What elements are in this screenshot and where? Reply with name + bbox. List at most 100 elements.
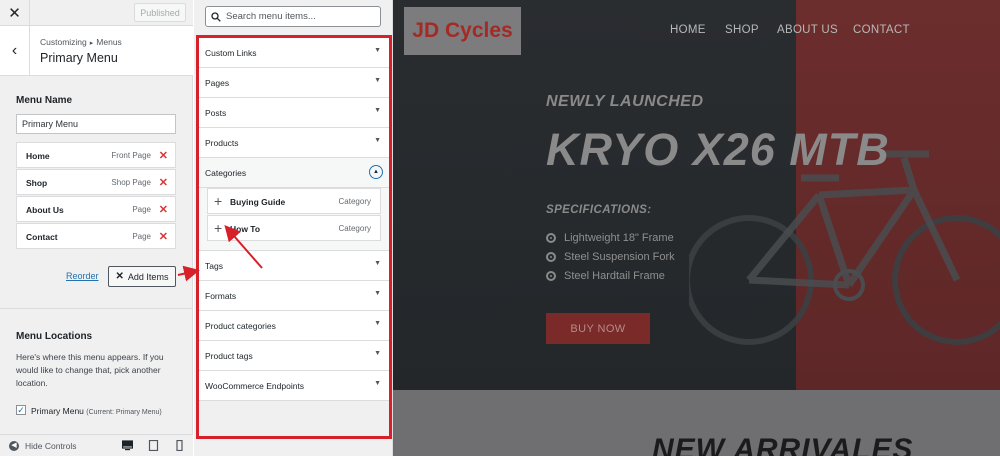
spec-item: Steel Hardtail Frame [546, 270, 665, 282]
desktop-preview-icon[interactable] [122, 440, 133, 451]
add-items-button[interactable]: ✕ Add Items [108, 266, 176, 287]
section-custom-links[interactable]: Custom Links ▼ [199, 38, 389, 68]
hero-subtitle: NEWLY LAUNCHED [546, 93, 704, 110]
tablet-preview-icon[interactable] [148, 440, 159, 451]
remove-icon[interactable]: ✕ [159, 203, 168, 216]
section-posts[interactable]: Posts ▼ [199, 98, 389, 128]
chevron-down-icon: ▼ [374, 290, 381, 297]
section-label: Categories [205, 168, 247, 178]
back-arrow-icon[interactable]: ‹ [0, 26, 30, 76]
site-logo[interactable]: JD Cycles [404, 7, 521, 55]
chevron-down-icon: ▼ [374, 137, 381, 144]
section-categories[interactable]: Categories ▲ [199, 158, 389, 188]
breadcrumb: Customizing ▸ Menus [40, 37, 122, 47]
chevron-down-icon: ▼ [374, 380, 381, 387]
section-label: Formats [205, 291, 237, 301]
category-title: Buying Guide [230, 197, 286, 207]
customizer-sidebar: ✕ Published ‹ Customizing ▸ Menus Primary … [0, 0, 193, 456]
section-products[interactable]: Products ▼ [199, 128, 389, 158]
remove-icon[interactable]: ✕ [159, 176, 168, 189]
list-item[interactable]: + How To Category [207, 215, 381, 241]
menu-item-title: Home [26, 151, 50, 161]
list-item[interactable]: + Buying Guide Category [207, 188, 381, 214]
menu-item-type: Front Page [111, 151, 151, 160]
divider [0, 308, 193, 309]
location-name: Primary Menu [31, 406, 84, 416]
chevron-down-icon: ▼ [374, 260, 381, 267]
hero-title: KRYO X26 MTB [546, 124, 890, 175]
close-icon: ✕ [115, 271, 124, 282]
breadcrumb-child: Menus [96, 37, 122, 47]
section-label: Product categories [205, 321, 276, 331]
menu-item[interactable]: About Us Page ✕ [16, 196, 176, 222]
menu-name-label: Menu Name [16, 95, 73, 106]
search-icon [211, 11, 221, 22]
hide-controls-button[interactable]: ◀ Hide Controls [9, 441, 77, 451]
menu-item[interactable]: Shop Shop Page ✕ [16, 169, 176, 195]
menu-locations-title: Menu Locations [16, 331, 93, 342]
mobile-preview-icon[interactable] [174, 440, 185, 451]
sidebar-footer: ◀ Hide Controls [0, 434, 193, 456]
chevron-down-icon: ▼ [374, 320, 381, 327]
section-label: Tags [205, 261, 223, 271]
spec-item: Lightweight 18" Frame [546, 232, 674, 244]
category-type: Category [338, 224, 371, 233]
collapse-icon: ◀ [9, 441, 19, 451]
section-label: Products [205, 138, 239, 148]
section-tags[interactable]: Tags ▼ [199, 251, 389, 281]
add-items-label: Add Items [127, 271, 169, 282]
primary-menu-location-label: Primary Menu (Current: Primary Menu) [31, 406, 162, 416]
search-box[interactable] [205, 6, 381, 27]
section-product-categories[interactable]: Product categories ▼ [199, 311, 389, 341]
section-pages[interactable]: Pages ▼ [199, 68, 389, 98]
published-button[interactable]: Published [134, 3, 186, 22]
section-formats[interactable]: Formats ▼ [199, 281, 389, 311]
categories-list: + Buying Guide Category + How To Categor… [199, 188, 389, 251]
spec-text: Steel Suspension Fork [564, 251, 675, 263]
target-icon [546, 271, 556, 281]
customizer-window: ✕ Published ‹ Customizing ▸ Menus Primary … [0, 0, 1000, 456]
hide-controls-label: Hide Controls [25, 441, 77, 451]
buy-now-button[interactable]: BUY NOW [546, 313, 650, 344]
new-arrivals-heading: NEW ARRIVALES [652, 433, 914, 456]
menu-item-type: Shop Page [111, 178, 151, 187]
section-label: Pages [205, 78, 230, 88]
close-icon[interactable]: ✕ [0, 0, 30, 26]
page-title: Primary Menu [40, 51, 118, 65]
menu-item[interactable]: Contact Page ✕ [16, 223, 176, 249]
section-header: ‹ Customizing ▸ Menus Primary Menu [0, 26, 193, 76]
remove-icon[interactable]: ✕ [159, 149, 168, 162]
menu-item-type: Page [132, 205, 151, 214]
spec-text: Lightweight 18" Frame [564, 232, 674, 244]
menu-item-types-accordion: Custom Links ▼ Pages ▼ Posts ▼ Products … [199, 38, 389, 401]
category-type: Category [338, 197, 371, 206]
primary-menu-checkbox[interactable]: ✓ [16, 405, 26, 415]
nav-about-us[interactable]: ABOUT US [777, 24, 838, 36]
chevron-down-icon: ▼ [374, 350, 381, 357]
hero-accent-panel [796, 0, 1000, 390]
reorder-link[interactable]: Reorder [66, 271, 99, 281]
menu-locations-description: Here's where this menu appears. If you w… [16, 352, 164, 388]
target-icon [546, 233, 556, 243]
nav-home[interactable]: HOME [670, 24, 706, 36]
target-icon [546, 252, 556, 262]
remove-icon[interactable]: ✕ [159, 230, 168, 243]
chevron-down-icon: ▼ [374, 47, 381, 54]
section-woocommerce-endpoints[interactable]: WooCommerce Endpoints ▼ [199, 371, 389, 401]
menu-item[interactable]: Home Front Page ✕ [16, 142, 176, 168]
menu-name-input[interactable]: Primary Menu [16, 114, 176, 134]
nav-shop[interactable]: SHOP [725, 24, 759, 36]
nav-contact[interactable]: CONTACT [853, 24, 910, 36]
search-input[interactable] [226, 11, 376, 22]
add-icon[interactable]: + [214, 221, 222, 235]
chevron-down-icon: ▼ [374, 107, 381, 114]
chevron-up-icon[interactable]: ▲ [369, 165, 383, 179]
sidebar-topbar: ✕ Published [0, 0, 193, 26]
section-label: Posts [205, 108, 227, 118]
category-title: How To [230, 224, 261, 234]
chevron-down-icon: ▼ [374, 77, 381, 84]
add-icon[interactable]: + [214, 194, 222, 208]
section-product-tags[interactable]: Product tags ▼ [199, 341, 389, 371]
section-label: WooCommerce Endpoints [205, 381, 305, 391]
site-preview: JD Cycles HOME SHOP ABOUT US CONTACT NEW… [393, 0, 1000, 456]
